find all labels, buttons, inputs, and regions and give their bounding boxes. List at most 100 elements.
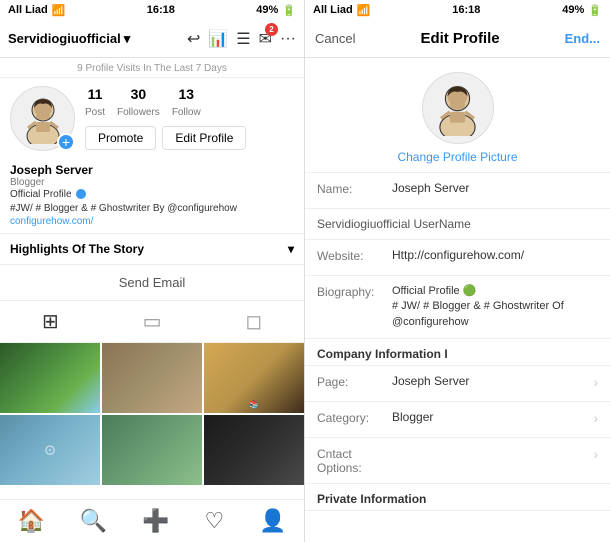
contact-options-row[interactable]: Cntact Options: › <box>305 438 610 484</box>
edit-fields: Name: Joseph Server Servidiogiuofficial … <box>305 173 610 542</box>
brand-name[interactable]: Servidiogiuofficial ▾ <box>8 31 130 47</box>
biography-value[interactable]: Official Profile 🟢# JW/ # Blogger & # Gh… <box>392 284 598 330</box>
edit-avatar-image <box>430 81 485 136</box>
message-badge: 2 <box>265 23 278 36</box>
tablet-view-tab[interactable]: ▭ <box>143 309 162 334</box>
home-nav-icon[interactable]: 🏠 <box>17 508 44 534</box>
carrier-right: All Liad <box>313 4 353 16</box>
send-email-bar[interactable]: Send Email <box>0 265 304 301</box>
category-arrow-icon: › <box>589 410 598 426</box>
wifi-icon: 📶 <box>52 4 66 17</box>
company-info-header: Company Information I <box>305 339 610 366</box>
bio-hashtags: #JW/ # Blogger & # Ghostwriter By @confi… <box>10 202 294 216</box>
edit-avatar-section: Change Profile Picture <box>305 58 610 173</box>
right-panel: All Liad 📶 16:18 49% 🔋 Cancel Edit Profi… <box>305 0 610 542</box>
following-label: Follow <box>172 107 201 118</box>
following-count: 13 <box>172 86 201 102</box>
battery-right: 49% <box>562 4 584 16</box>
avatar-wrap: + <box>10 86 75 151</box>
profile-nav-icon[interactable]: 👤 <box>259 508 286 534</box>
edit-profile-button[interactable]: Edit Profile <box>162 126 246 150</box>
message-icon[interactable]: ✉ 2 <box>259 29 272 49</box>
bio-name: Joseph Server <box>10 163 294 177</box>
bottom-nav: 🏠 🔍 ➕ ♡ 👤 <box>0 499 304 542</box>
promote-button[interactable]: Promote <box>85 126 156 150</box>
battery-icon-left: 🔋 <box>282 4 296 17</box>
page-value: Joseph Server <box>392 374 589 388</box>
page-field-row[interactable]: Page: Joseph Server › <box>305 366 610 402</box>
photo-cell-1[interactable] <box>0 343 100 413</box>
profile-buttons: Promote Edit Profile <box>85 126 246 150</box>
category-value: Blogger <box>392 410 589 424</box>
bio-link[interactable]: configurehow.com/ <box>10 216 294 227</box>
profile-visits: 9 Profile Visits In The Last 7 Days <box>0 58 304 78</box>
highlights-label: Highlights Of The Story <box>10 242 144 256</box>
name-field-row: Name: Joseph Server <box>305 173 610 209</box>
time-left: 16:18 <box>147 4 175 16</box>
bio-tag: Blogger <box>10 177 294 188</box>
status-left: All Liad 📶 <box>8 4 65 17</box>
person-view-tab[interactable]: ◻ <box>245 309 262 334</box>
edit-profile-nav: Cancel Edit Profile End... <box>305 20 610 58</box>
photo-cell-5[interactable] <box>102 415 202 485</box>
category-field-row[interactable]: Category: Blogger › <box>305 402 610 438</box>
private-info-header: Private Information <box>305 484 610 511</box>
profile-stats: 11 Post 30 Followers 13 Follow <box>85 86 246 120</box>
website-field-row: Website: Http://configurehow.com/ <box>305 240 610 276</box>
followers-count: 30 <box>117 86 160 102</box>
cancel-button[interactable]: Cancel <box>315 31 355 46</box>
bio-section: Joseph Server Blogger Official Profile #… <box>0 159 304 234</box>
status-right: 49% 🔋 <box>256 4 296 17</box>
status-bar-right: All Liad 📶 16:18 49% 🔋 <box>305 0 610 20</box>
photo-cell-3[interactable]: 📚 <box>204 343 304 413</box>
left-panel: All Liad 📶 16:18 49% 🔋 Servidiogiuoffici… <box>0 0 305 542</box>
photo-cell-2[interactable] <box>102 343 202 413</box>
profile-section: + 11 Post 30 Followers 13 Follow Promote <box>0 78 304 159</box>
photo-grid: 📚 ⊙ <box>0 343 304 499</box>
chart-icon[interactable]: 📊 <box>208 29 228 49</box>
bio-desc-text: Official Profile <box>10 189 72 200</box>
add-nav-icon[interactable]: ➕ <box>142 508 169 534</box>
list-icon[interactable]: ☰ <box>236 29 250 49</box>
website-value[interactable]: Http://configurehow.com/ <box>392 248 598 262</box>
page-label: Page: <box>317 374 392 389</box>
edit-avatar[interactable] <box>422 72 494 144</box>
battery-icon-right: 🔋 <box>588 4 602 17</box>
time-right: 16:18 <box>452 4 480 16</box>
history-icon[interactable]: ↩ <box>187 29 200 49</box>
photo-cell-4[interactable]: ⊙ <box>0 415 100 485</box>
category-label: Category: <box>317 410 392 425</box>
photo-cell-6[interactable] <box>204 415 304 485</box>
bio-description: Official Profile <box>10 188 294 202</box>
username-row[interactable]: Servidiogiuofficial UserName <box>305 209 610 240</box>
profile-info: 11 Post 30 Followers 13 Follow Promote E… <box>85 86 246 150</box>
add-photo-icon[interactable]: + <box>57 133 75 151</box>
contact-label: Cntact Options: <box>317 446 392 475</box>
wifi-icon-right: 📶 <box>357 4 371 17</box>
battery-left: 49% <box>256 4 278 16</box>
change-picture-button[interactable]: Change Profile Picture <box>397 150 517 164</box>
posts-label: Post <box>85 107 105 118</box>
more-icon[interactable]: ··· <box>280 30 296 48</box>
status-right-left: All Liad 📶 <box>313 4 370 17</box>
followers-label: Followers <box>117 107 160 118</box>
highlights-bar[interactable]: Highlights Of The Story ▾ <box>0 234 304 265</box>
status-bar-left: All Liad 📶 16:18 49% 🔋 <box>0 0 304 20</box>
name-value[interactable]: Joseph Server <box>392 181 598 195</box>
name-label: Name: <box>317 181 392 196</box>
website-label: Website: <box>317 248 392 263</box>
biography-field-row: Biography: Official Profile 🟢# JW/ # Blo… <box>305 276 610 339</box>
highlights-chevron: ▾ <box>288 242 294 256</box>
nav-bar-left: Servidiogiuofficial ▾ ↩ 📊 ☰ ✉ 2 ··· <box>0 20 304 58</box>
stat-followers: 30 Followers <box>117 86 160 120</box>
chevron-down-icon: ▾ <box>124 31 131 47</box>
stat-posts: 11 Post <box>85 86 105 120</box>
verified-icon <box>76 189 86 199</box>
nav-icons: ↩ 📊 ☰ ✉ 2 ··· <box>187 29 296 49</box>
grid-view-tab[interactable]: ⊞ <box>42 309 59 334</box>
heart-nav-icon[interactable]: ♡ <box>204 508 224 534</box>
search-nav-icon[interactable]: 🔍 <box>80 508 107 534</box>
page-arrow-icon: › <box>589 374 598 390</box>
done-button[interactable]: End... <box>565 31 600 46</box>
carrier-left: All Liad <box>8 4 48 16</box>
